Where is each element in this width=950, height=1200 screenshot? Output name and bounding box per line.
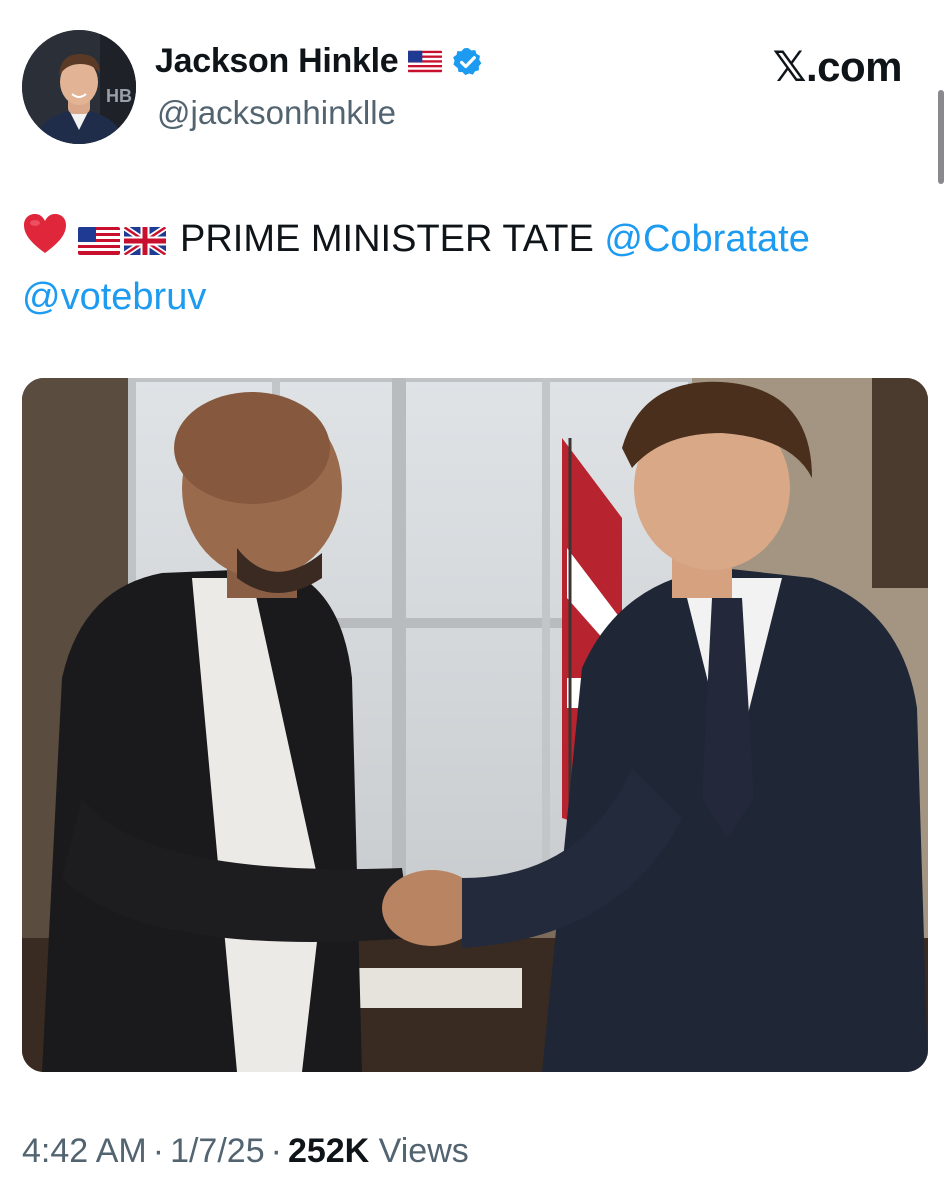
mention-link[interactable]: @votebruv: [22, 276, 206, 318]
tweet-time[interactable]: 4:42 AM: [22, 1132, 147, 1170]
tweet-body-text: PRIME MINISTER TATE: [180, 218, 594, 260]
author-avatar[interactable]: HB: [22, 30, 136, 144]
meta-separator: ·: [270, 1132, 282, 1170]
author-handle[interactable]: @jacksonhinklle: [157, 94, 396, 132]
svg-text:HB: HB: [106, 86, 132, 106]
us-flag-icon: [408, 50, 443, 73]
author-display-name[interactable]: Jackson Hinkle: [155, 42, 399, 81]
views-label: Views: [378, 1132, 469, 1170]
scrollbar[interactable]: [938, 90, 944, 184]
tweet-meta: 4:42 AM · 1/7/25 · 252K Views: [22, 1132, 469, 1171]
us-flag-icon: [78, 227, 120, 255]
heart-icon: [22, 213, 68, 255]
verified-badge-icon[interactable]: [452, 46, 484, 78]
tweet-date[interactable]: 1/7/25: [170, 1132, 265, 1170]
mention-link[interactable]: @Cobratate: [604, 218, 809, 260]
tweet-media-image[interactable]: [22, 378, 928, 1072]
x-brand-logo: 𝕏.com: [772, 43, 903, 90]
views-count[interactable]: 252K: [288, 1132, 369, 1170]
meta-separator: ·: [152, 1132, 165, 1170]
tweet-header: HB Jackson Hinkle @jacksonhinklle 𝕏.com: [0, 0, 950, 160]
uk-flag-icon: [124, 227, 166, 255]
tweet-text: PRIME MINISTER TATE @Cobratate @votebruv: [22, 210, 922, 326]
author-name-row[interactable]: Jackson Hinkle: [155, 42, 484, 81]
